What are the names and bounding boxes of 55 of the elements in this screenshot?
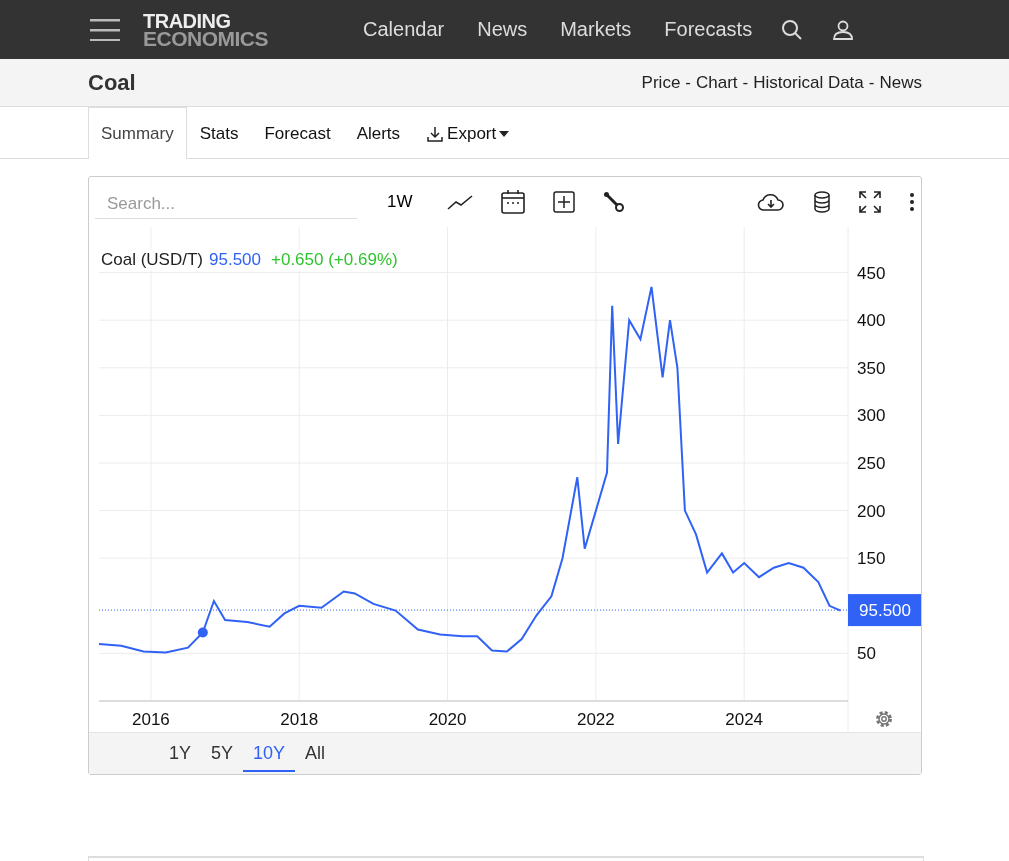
ref-line-label: 95.500 bbox=[859, 601, 911, 621]
interval-button[interactable]: 1W bbox=[381, 191, 419, 213]
nav-link[interactable]: Calendar bbox=[363, 18, 445, 41]
tab[interactable]: Export bbox=[413, 107, 523, 159]
tab[interactable]: Alerts bbox=[343, 107, 414, 159]
separator: - bbox=[742, 72, 749, 93]
section-link[interactable]: News bbox=[879, 72, 922, 93]
range-tab[interactable]: All bbox=[295, 735, 336, 772]
chart-title: Coal (USD/T) bbox=[101, 250, 203, 270]
y-axis-label: 300 bbox=[857, 406, 886, 426]
caret-icon bbox=[499, 130, 510, 137]
last-price: 95.500 bbox=[209, 250, 261, 270]
price-tag: 95.500 bbox=[848, 594, 921, 627]
nav-link[interactable]: Markets bbox=[560, 18, 632, 41]
tab[interactable]: Stats bbox=[186, 107, 252, 159]
y-axis-label: 200 bbox=[857, 501, 886, 521]
logo[interactable]: TRADING ECONOMICS bbox=[143, 12, 268, 47]
fullscreen-icon[interactable] bbox=[859, 191, 881, 213]
page-title: Coal bbox=[88, 69, 136, 96]
x-axis-label: 2020 bbox=[428, 710, 467, 729]
x-axis-label: 2018 bbox=[280, 710, 319, 729]
section-link[interactable]: Price bbox=[641, 72, 681, 93]
add-icon[interactable] bbox=[552, 191, 575, 213]
separator: - bbox=[868, 72, 875, 93]
search-icon[interactable] bbox=[781, 18, 804, 41]
section-link[interactable]: Historical Data bbox=[753, 72, 864, 93]
more-icon[interactable] bbox=[909, 192, 915, 212]
range-tab[interactable]: 1Y bbox=[159, 735, 202, 772]
event-marker[interactable] bbox=[197, 627, 208, 638]
section-link[interactable]: Chart bbox=[696, 72, 738, 93]
calendar-icon[interactable] bbox=[500, 189, 525, 215]
x-axis-label: 2016 bbox=[132, 710, 170, 729]
x-axis-label: 2024 bbox=[725, 710, 764, 729]
download-icon bbox=[426, 124, 445, 143]
y-axis-label: 50 bbox=[857, 644, 876, 664]
settings-icon[interactable] bbox=[876, 711, 892, 727]
range-tab[interactable]: 10Y bbox=[243, 735, 296, 772]
cloud-download-icon[interactable] bbox=[757, 192, 785, 212]
y-axis-label: 150 bbox=[857, 549, 886, 569]
y-axis-label: 350 bbox=[857, 358, 886, 378]
nav-link[interactable]: News bbox=[477, 18, 528, 41]
separator: - bbox=[685, 72, 691, 93]
y-axis-label: 250 bbox=[857, 454, 886, 473]
price-change: +0.650 (+0.69%) bbox=[271, 250, 398, 270]
tab[interactable]: Forecast bbox=[251, 107, 344, 159]
y-axis-label: 450 bbox=[857, 263, 886, 283]
tab[interactable]: Summary bbox=[88, 107, 187, 159]
y-axis-label: 400 bbox=[857, 311, 886, 331]
nav-link[interactable]: Forecasts bbox=[664, 18, 753, 41]
line-chart-icon[interactable] bbox=[446, 193, 473, 211]
user-icon[interactable] bbox=[832, 18, 855, 41]
database-icon[interactable] bbox=[813, 191, 831, 213]
menu-icon[interactable] bbox=[90, 18, 120, 41]
x-axis-label: 2022 bbox=[576, 710, 615, 729]
range-tab[interactable]: 5Y bbox=[201, 735, 244, 772]
